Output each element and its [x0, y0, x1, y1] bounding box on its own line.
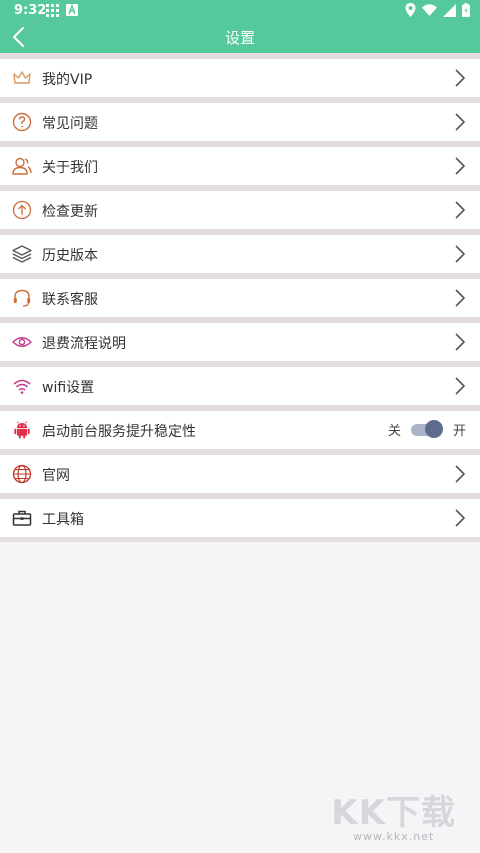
headset-icon [12, 288, 32, 308]
settings-item-label: 历史版本 [42, 248, 98, 264]
watermark-logo: KK下载 [331, 793, 456, 833]
settings-item-foreground-service: 启动前台服务提升稳定性 关 开 [0, 405, 480, 449]
settings-item-label: 启动前台服务提升稳定性 [42, 424, 196, 440]
status-time: 9:32 [14, 3, 47, 18]
status-bar: 9:32 [0, 0, 480, 22]
settings-item-label: 检查更新 [42, 204, 98, 220]
layers-icon [12, 244, 32, 264]
settings-item-label: 退费流程说明 [42, 336, 126, 352]
upload-circle-icon [12, 200, 32, 220]
settings-item-label: wifi设置 [42, 380, 95, 396]
chevron-right-icon [454, 68, 466, 88]
location-icon [405, 3, 416, 21]
settings-item-history-versions[interactable]: 历史版本 [0, 229, 480, 273]
toggle-on-label: 开 [452, 423, 466, 439]
toggle-knob [424, 420, 443, 438]
wifi-icon [422, 4, 437, 20]
settings-item-label: 官网 [42, 468, 70, 484]
users-icon [12, 156, 32, 176]
chevron-right-icon [454, 112, 466, 132]
toggle-off-label: 关 [387, 423, 401, 439]
settings-item-toolbox[interactable]: 工具箱 [0, 493, 480, 542]
chevron-right-icon [454, 244, 466, 264]
page-title: 设置 [224, 29, 255, 47]
settings-item-label: 联系客服 [42, 292, 98, 308]
text-a-icon [66, 3, 78, 21]
app-bar: 设置 [0, 22, 480, 53]
settings-item-vip[interactable]: 我的VIP [0, 53, 480, 97]
chevron-right-icon [454, 332, 466, 352]
chevron-right-icon [454, 200, 466, 220]
foreground-service-toggle-group: 关 开 [388, 419, 466, 439]
chevron-right-icon [454, 156, 466, 176]
settings-item-about[interactable]: 关于我们 [0, 141, 480, 185]
android-icon [12, 420, 32, 440]
settings-item-label: 工具箱 [42, 512, 84, 528]
chevron-right-icon [454, 464, 466, 484]
settings-item-customer-service[interactable]: 联系客服 [0, 273, 480, 317]
chevron-right-icon [454, 288, 466, 308]
foreground-service-toggle[interactable] [410, 419, 443, 439]
signal-icon [443, 3, 456, 21]
wifi-icon [12, 376, 32, 396]
grid-icon [46, 4, 59, 21]
settings-item-official-site[interactable]: 官网 [0, 449, 480, 493]
question-circle-icon [12, 112, 32, 132]
watermark: KK下载 www.kkx.net [331, 785, 456, 843]
crown-icon [12, 68, 32, 88]
chevron-right-icon [454, 508, 466, 528]
battery-icon [462, 3, 470, 21]
settings-item-label: 我的VIP [42, 72, 93, 88]
toolbox-icon [12, 508, 32, 528]
settings-item-faq[interactable]: 常见问题 [0, 97, 480, 141]
settings-item-refund-process[interactable]: 退费流程说明 [0, 317, 480, 361]
settings-item-label: 关于我们 [42, 160, 98, 176]
settings-item-wifi[interactable]: wifi设置 [0, 361, 480, 405]
eye-icon [11, 332, 33, 352]
settings-item-check-update[interactable]: 检查更新 [0, 185, 480, 229]
settings-list: 我的VIP 常见问题 关于我们 检查更新 历史版本 联系客服 退费流程说明 wi… [0, 53, 480, 542]
chevron-right-icon [454, 376, 466, 396]
globe-icon [12, 464, 32, 484]
settings-item-label: 常见问题 [42, 116, 98, 132]
